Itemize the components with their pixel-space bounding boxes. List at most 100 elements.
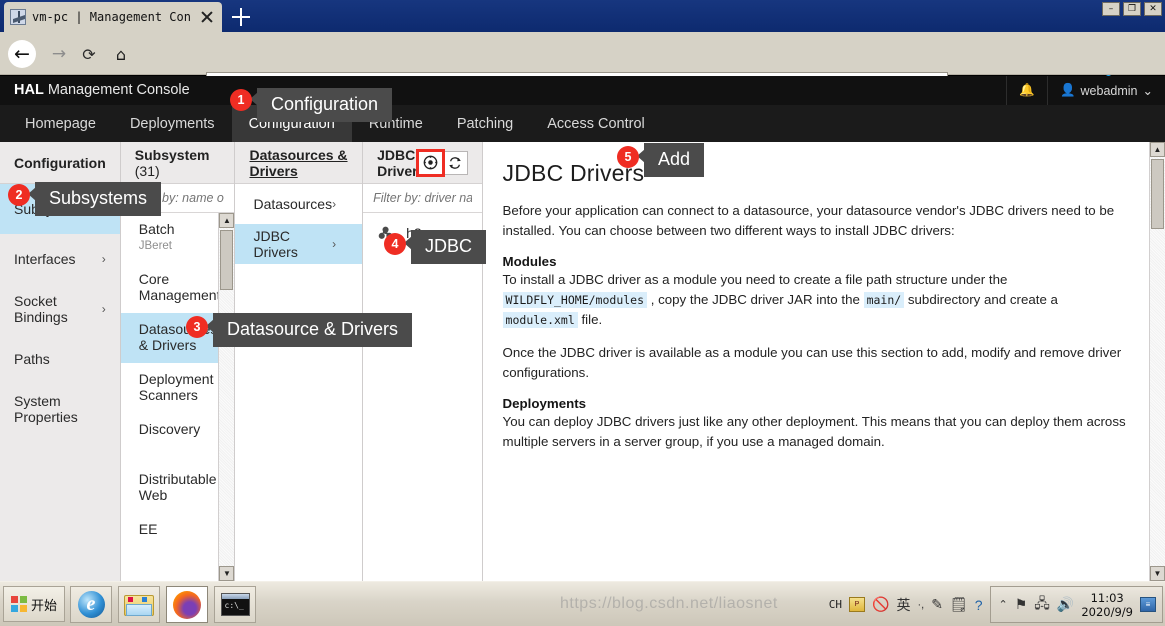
sidebar-item-socket-bindings[interactable]: Socket Bindings › <box>0 284 120 334</box>
add-button[interactable] <box>415 148 445 177</box>
sidebar-item-interfaces[interactable]: Interfaces › <box>0 234 120 284</box>
back-button[interactable]: ← <box>8 40 36 68</box>
scrollbar-thumb[interactable] <box>220 230 234 290</box>
code-main-dir: main/ <box>863 292 905 308</box>
preview-paragraph-2: To install a JDBC driver as a module you… <box>502 270 1135 330</box>
network-icon[interactable]: 🖧 <box>1034 593 1050 617</box>
hal-console: HAL Management Console 🔔 👤 webadmin ⌄ Home… <box>0 76 1165 581</box>
internet-explorer-icon <box>77 591 105 618</box>
show-desktop-button[interactable]: ≡ <box>1140 597 1156 612</box>
brand-bold: HAL <box>14 82 44 98</box>
scroll-up-button[interactable]: ▲ <box>219 213 235 228</box>
list-item[interactable]: Core Management <box>121 263 235 313</box>
tab-title: vm-pc | Management Console <box>32 10 192 24</box>
bell-icon: 🔔 <box>1019 83 1035 97</box>
column-header: JDBC Driver <box>363 142 482 184</box>
show-hidden-icons-icon[interactable]: ⌃ <box>999 598 1008 611</box>
column-title-text: Subsystem <box>134 146 210 163</box>
block-icon[interactable]: 🚫 <box>872 596 889 613</box>
sidebar-item-paths[interactable]: Paths <box>0 334 120 384</box>
volume-icon[interactable]: 🔊 <box>1057 596 1074 613</box>
taskbar-internet-explorer[interactable] <box>70 586 112 623</box>
callout-badge-1: 1 <box>230 89 252 111</box>
list-item-datasources[interactable]: Datasources › <box>235 184 362 224</box>
home-button[interactable]: ⌂ <box>108 41 134 67</box>
folder-icon <box>124 593 154 616</box>
scroll-up-button[interactable]: ▲ <box>1150 142 1165 157</box>
maximize-button[interactable]: ❐ <box>1123 2 1141 16</box>
nav-access-control[interactable]: Access Control <box>530 105 662 142</box>
callout-badge-5: 5 <box>617 146 639 168</box>
nav-patching[interactable]: Patching <box>440 105 530 142</box>
sidebar-item-system-properties[interactable]: System Properties <box>0 384 120 434</box>
list-item[interactable]: Deployment Scanners <box>121 363 235 413</box>
quick-launch <box>70 586 256 623</box>
hal-main-nav: Homepage Deployments Configuration Runti… <box>0 105 1165 142</box>
help-icon[interactable]: ? <box>975 597 983 613</box>
refresh-icon <box>449 156 461 169</box>
user-icon: 👤 <box>1059 83 1076 97</box>
scroll-down-button[interactable]: ▼ <box>1150 566 1165 581</box>
window-icon <box>10 9 26 25</box>
user-menu[interactable]: 👤 webadmin ⌄ <box>1046 76 1165 105</box>
start-button[interactable]: 开始 <box>3 586 65 622</box>
callout-badge-4: 4 <box>384 233 406 255</box>
preview-pane: JDBC Drivers Before your application can… <box>483 142 1165 581</box>
taskbar-firefox[interactable] <box>166 586 208 623</box>
finder-columns: Configuration Subsystems › Interfaces › … <box>0 142 1165 581</box>
subsystem-scrollbar[interactable]: ▲ ▼ <box>218 213 235 581</box>
ime-icon[interactable]: P <box>849 597 866 612</box>
list-item[interactable]: Discovery <box>121 413 235 463</box>
item-label: Datasources <box>253 196 333 212</box>
list-item[interactable]: Distributable Web <box>121 463 235 513</box>
clock[interactable]: 11:03 2020/9/9 <box>1081 591 1133 619</box>
chinese-input-icon[interactable]: 英 <box>896 595 910 615</box>
column-preview: JDBC Drivers Before your application can… <box>482 142 1165 581</box>
handwriting-icon[interactable]: ✎ <box>931 596 943 613</box>
maximize-icon: ❐ <box>1127 3 1137 14</box>
chevron-down-icon: ⌄ <box>1142 84 1153 98</box>
driver-filter[interactable] <box>363 184 482 213</box>
list-item-jdbc-drivers[interactable]: JDBC Drivers › <box>235 224 363 264</box>
browser-tab[interactable]: vm-pc | Management Console <box>4 2 222 32</box>
preview-paragraph-4: You can deploy JDBC drivers just like an… <box>502 414 1126 449</box>
scrollbar-thumb[interactable] <box>1151 159 1164 229</box>
system-tray: CH P 🚫 英 ·, ✎ 🗒 ? ⌃ ⚑ 🖧 🔊 11:03 2020/9/9… <box>821 585 1163 624</box>
taskbar-command-prompt[interactable] <box>214 586 256 623</box>
clock-date: 2020/9/9 <box>1081 604 1133 619</box>
add-circle-icon <box>423 155 437 170</box>
chevron-right-icon: › <box>332 237 337 251</box>
callout-label-configuration: Configuration <box>257 88 393 122</box>
toolbox-icon[interactable]: 🗒 <box>950 596 968 613</box>
tray-language[interactable]: CH <box>829 598 842 611</box>
preview-scrollbar[interactable]: ▲ ▼ <box>1149 142 1165 581</box>
action-center-icon[interactable]: ⚑ <box>1015 596 1028 613</box>
item-label: Deployment Scanners <box>138 371 214 403</box>
scroll-down-button[interactable]: ▼ <box>219 566 235 581</box>
close-icon[interactable] <box>198 8 216 26</box>
minimize-button[interactable]: – <box>1102 2 1120 16</box>
reload-button[interactable]: ⟳ <box>76 41 102 67</box>
forward-button[interactable]: → <box>46 41 72 67</box>
new-tab-button[interactable] <box>228 4 254 30</box>
callout-badge-3: 3 <box>186 316 208 338</box>
chevron-right-icon: › <box>101 252 106 266</box>
driver-filter-input[interactable] <box>373 191 472 205</box>
refresh-button[interactable] <box>442 150 468 175</box>
nav-homepage[interactable]: Homepage <box>8 105 113 142</box>
firefox-icon <box>173 590 201 619</box>
minimize-icon: – <box>1108 3 1114 14</box>
notifications-button[interactable]: 🔔 <box>1006 76 1047 105</box>
item-label: Batch <box>138 221 175 237</box>
text: To install a JDBC driver as a module you… <box>502 272 1008 287</box>
callout-label-subsystems: Subsystems <box>35 182 162 216</box>
column-header: Configuration <box>0 142 120 184</box>
punctuation-icon[interactable]: ·, <box>917 599 924 611</box>
item-label: Socket Bindings <box>14 293 68 325</box>
text: file. <box>577 312 603 327</box>
nav-deployments[interactable]: Deployments <box>113 105 232 142</box>
taskbar-file-explorer[interactable] <box>118 586 160 623</box>
list-item[interactable]: Batch JBeret <box>121 213 235 263</box>
list-item[interactable]: EE <box>121 513 235 563</box>
close-window-button[interactable]: ✕ <box>1144 2 1162 16</box>
